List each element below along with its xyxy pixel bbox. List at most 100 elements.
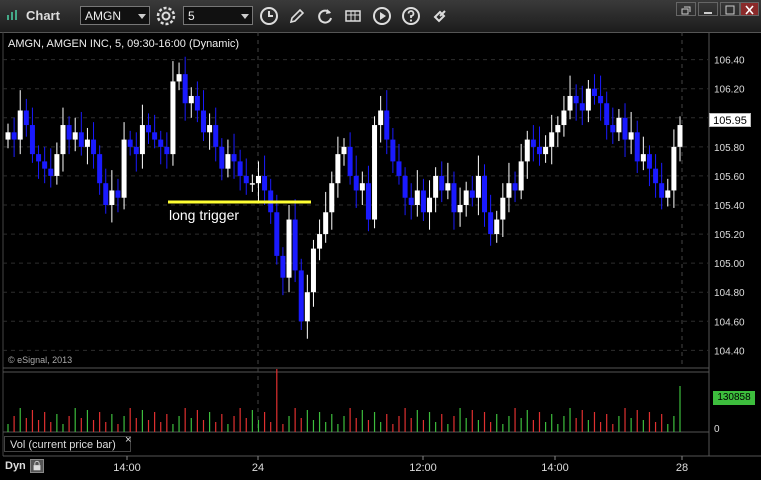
candle-body (255, 175, 261, 184)
candle-body (188, 95, 194, 104)
candle-body (628, 132, 634, 140)
candle-body (200, 110, 206, 133)
dynamic-mode-label[interactable]: Dyn (5, 460, 26, 472)
candle-body (598, 95, 604, 104)
title-bar: Chart AMGN 5 (0, 0, 761, 33)
candle-body (347, 146, 353, 176)
spreadsheet-icon[interactable] (342, 5, 364, 27)
candle-body (506, 183, 512, 198)
candle-body (54, 154, 60, 176)
candle-body (402, 175, 408, 198)
candle-body (274, 212, 280, 256)
candle-body (219, 146, 225, 169)
restore-button[interactable] (676, 2, 696, 16)
candle-body (378, 110, 384, 126)
maximize-button[interactable] (720, 2, 740, 16)
play-icon[interactable] (371, 5, 393, 27)
candle-body (329, 183, 335, 213)
candle-body (48, 168, 54, 176)
x-tick-label: 28 (676, 462, 688, 474)
candle-body (665, 190, 671, 198)
candle-body (384, 110, 390, 140)
symbol-input[interactable]: AMGN (80, 6, 150, 25)
interval-value: 5 (188, 9, 195, 23)
candle-body (543, 146, 549, 155)
pencil-icon[interactable] (286, 5, 308, 27)
lock-icon[interactable] (30, 459, 44, 473)
candle-body (579, 103, 585, 111)
candle-body (518, 161, 524, 191)
y-tick-label: 104.40 (714, 346, 745, 357)
settings-gear-icon[interactable] (155, 5, 177, 27)
candle-body (109, 190, 115, 205)
y-tick-label: 104.80 (714, 288, 745, 299)
candle-body (170, 81, 176, 155)
refresh-icon[interactable] (314, 5, 336, 27)
candle-body (585, 88, 591, 111)
volume-value-tag: 130858 (713, 391, 755, 405)
candle-body (103, 183, 109, 205)
chart-icon (7, 10, 17, 20)
candle-body (310, 248, 316, 293)
candle-body (494, 219, 500, 235)
candle-body (573, 95, 579, 104)
volume-study-close-button[interactable]: × (125, 434, 131, 446)
candle-body (408, 197, 414, 205)
y-tick-label: 105.40 (714, 201, 745, 212)
candle-body (610, 125, 616, 133)
candle-body (640, 154, 646, 162)
candle-body (414, 190, 420, 205)
minimize-button[interactable] (698, 2, 718, 16)
y-tick-label: 105.00 (714, 259, 745, 270)
candle-body (127, 139, 133, 147)
candle-body (17, 110, 23, 140)
candle-body (60, 125, 66, 155)
link-icon[interactable] (429, 5, 451, 27)
chevron-down-icon[interactable] (138, 14, 146, 19)
candle-body (427, 197, 433, 213)
candle-body (616, 117, 622, 133)
chevron-down-icon[interactable] (241, 14, 249, 19)
candle-body (262, 175, 268, 191)
candle-body (365, 183, 371, 220)
candle-body (335, 154, 341, 184)
candle-body (561, 110, 567, 126)
clock-icon[interactable] (258, 5, 280, 27)
candle-body (249, 183, 255, 185)
help-icon[interactable] (400, 5, 422, 27)
y-tick-label: 106.20 (714, 85, 745, 96)
x-tick-label: 14:00 (113, 462, 141, 474)
y-tick-label: 105.60 (714, 172, 745, 183)
candle-body (164, 146, 170, 155)
candle-body (482, 175, 488, 213)
minimize-icon (704, 12, 712, 14)
x-tick-label: 12:00 (409, 462, 437, 474)
close-button[interactable] (740, 2, 759, 16)
interval-input[interactable]: 5 (183, 6, 253, 25)
candle-body (72, 132, 78, 140)
candle-body (146, 125, 152, 133)
symbol-value: AMGN (85, 9, 121, 23)
candle-body (463, 190, 469, 205)
candle-body (152, 132, 158, 140)
candle-body (439, 175, 445, 191)
candle-body (182, 74, 188, 104)
x-tick-label: 14:00 (541, 462, 569, 474)
price-chart[interactable]: 106.40106.20106.00105.80105.60105.40105.… (0, 32, 761, 480)
candle-body (469, 190, 475, 198)
candle-body (359, 183, 365, 191)
candle-body (29, 125, 35, 155)
candle-body (341, 146, 347, 155)
volume-tick-label: 0 (714, 424, 720, 435)
copyright: © eSignal, 2013 (8, 355, 73, 365)
candle-body (139, 125, 145, 155)
candle-body (353, 175, 359, 191)
candle-body (549, 132, 555, 147)
candle-body (323, 212, 329, 235)
candle-body (115, 190, 121, 198)
candle-body (530, 139, 536, 147)
candle-body (133, 146, 139, 155)
candle-body (84, 139, 90, 147)
volume-study-label[interactable]: Vol (current price bar) (4, 436, 131, 452)
candle-body (91, 139, 97, 155)
